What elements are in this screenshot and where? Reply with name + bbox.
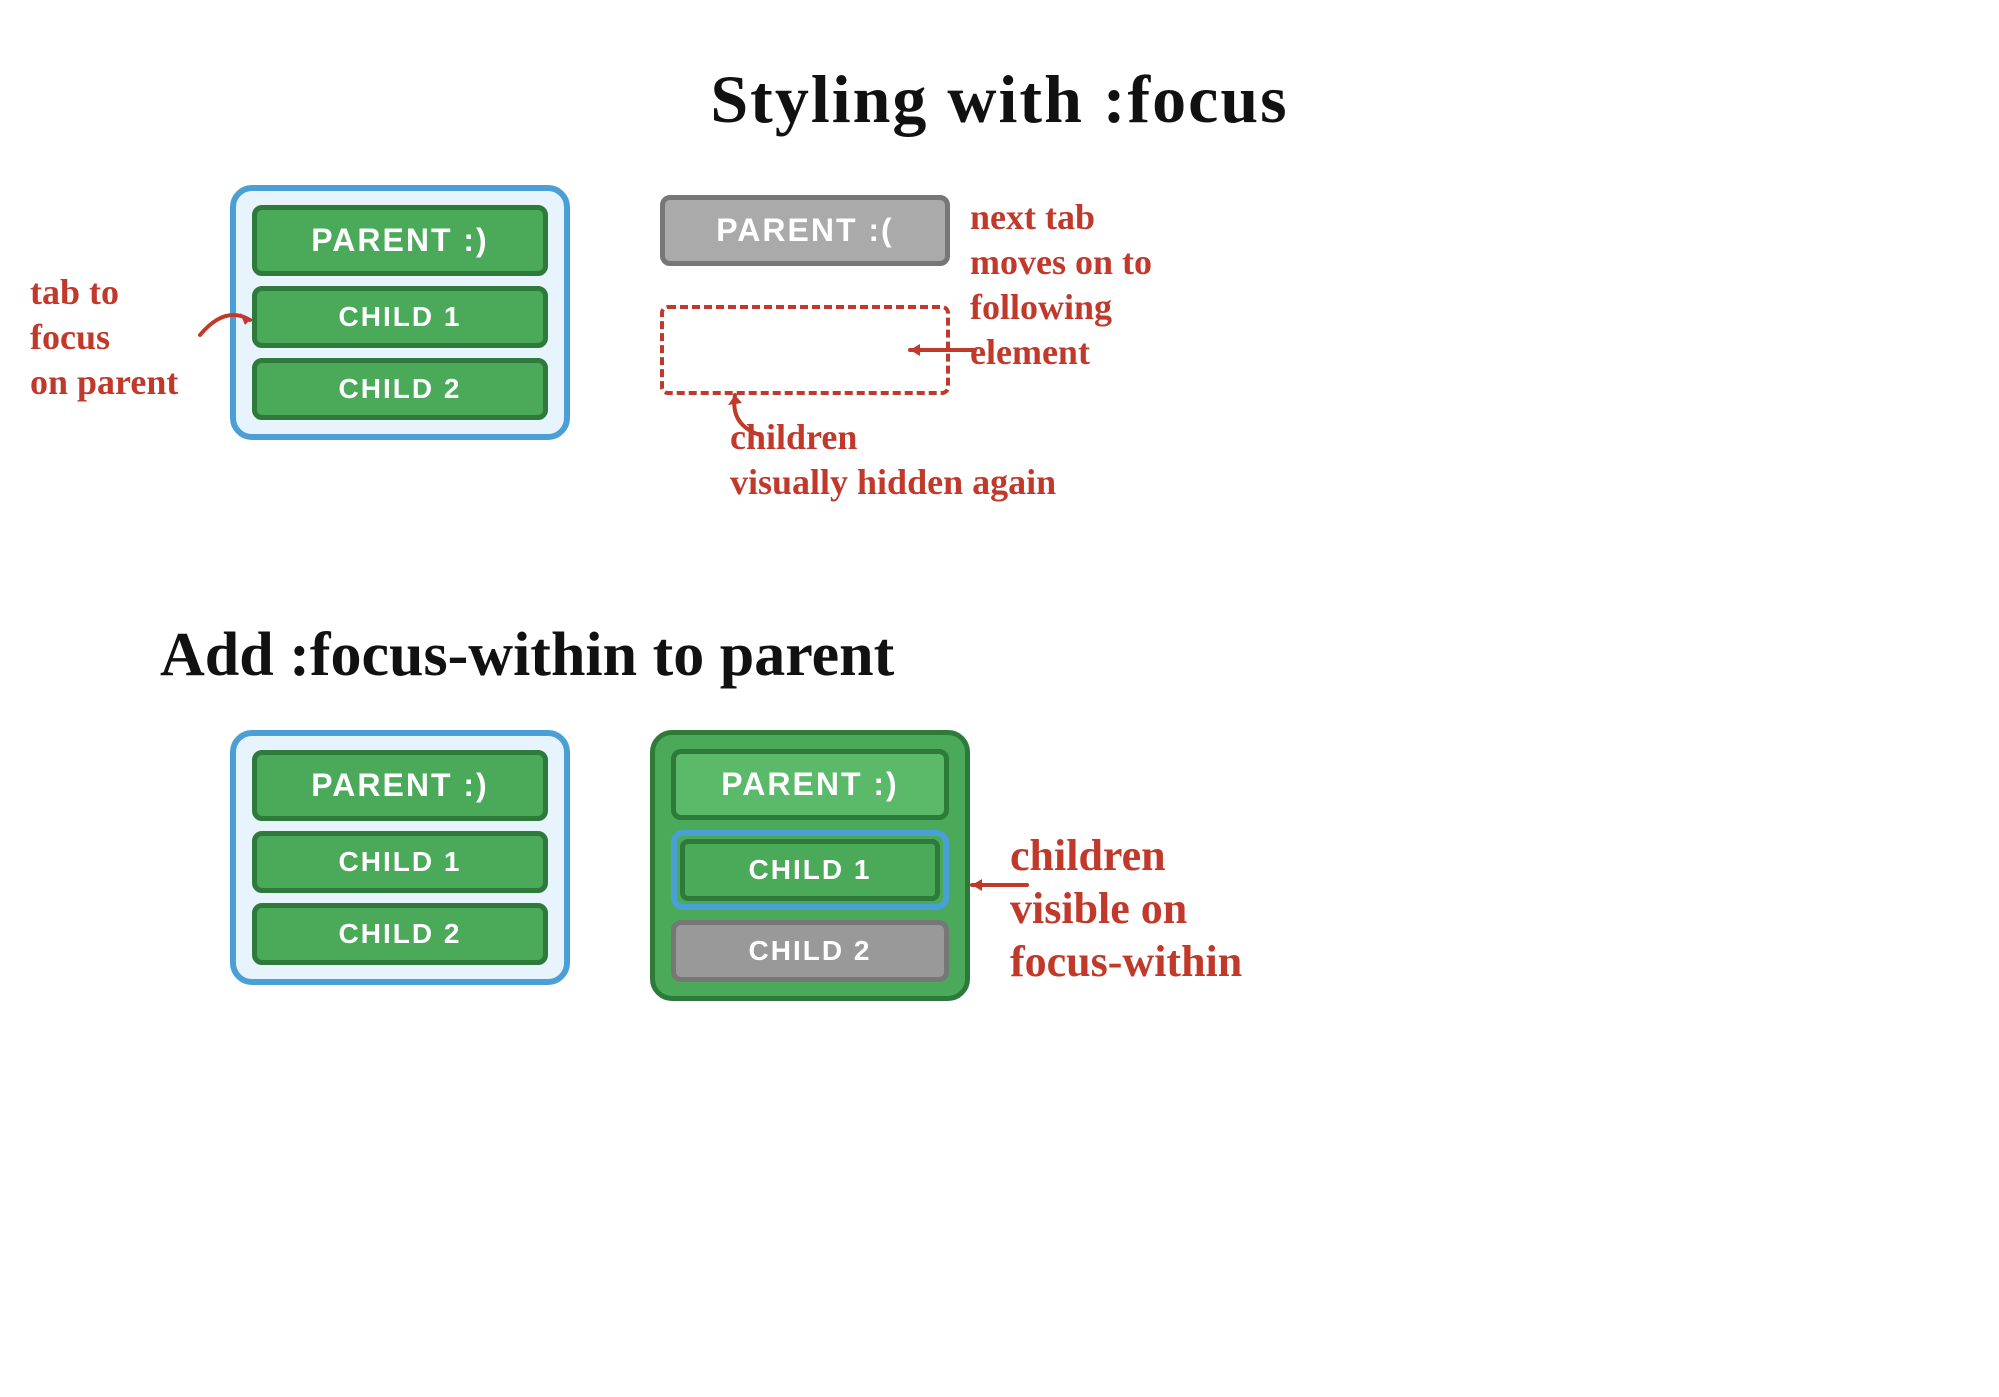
bottom-left-child1-box: CHILD 1 bbox=[252, 831, 548, 893]
children-visible-text: children visible on focus-within bbox=[1010, 830, 1242, 988]
top-left-parent-label: PARENT :) bbox=[311, 222, 488, 258]
tab-focus-annotation: tab to focus on parent bbox=[30, 270, 178, 405]
section2-title: Add :focus-within to parent bbox=[160, 620, 894, 691]
top-left-child1-label: CHILD 1 bbox=[339, 301, 462, 332]
bottom-right-container: PARENT :) CHILD 1 CHILD 2 bbox=[650, 730, 970, 1001]
bottom-right-child2-label: CHILD 2 bbox=[749, 935, 872, 966]
main-title: Styling with :focus bbox=[710, 60, 1288, 139]
children-visible-annotation: children visible on focus-within bbox=[1010, 830, 1242, 988]
bottom-left-parent-box: PARENT :) bbox=[252, 750, 548, 821]
bottom-left-container: PARENT :) CHILD 1 CHILD 2 bbox=[230, 730, 570, 985]
bottom-right-child1-label: CHILD 1 bbox=[749, 854, 872, 885]
left-annotation-text: tab to focus on parent bbox=[30, 270, 178, 405]
section2-title-text: Add :focus-within to parent bbox=[160, 621, 894, 689]
bottom-left-parent-label: PARENT :) bbox=[311, 767, 488, 803]
bottom-left-child2-label: CHILD 2 bbox=[339, 918, 462, 949]
next-tab-text: next tab moves on to following element bbox=[970, 195, 1152, 375]
bottom-right-child1-box: CHILD 1 bbox=[680, 839, 940, 901]
top-left-child1-box: CHILD 1 bbox=[252, 286, 548, 348]
top-left-parent-box: PARENT :) bbox=[252, 205, 548, 276]
children-hidden-text: children visually hidden again bbox=[730, 415, 1056, 505]
top-left-child2-label: CHILD 2 bbox=[339, 373, 462, 404]
next-tab-annotation: next tab moves on to following element bbox=[970, 195, 1152, 375]
bottom-right-parent-box: PARENT :) bbox=[671, 749, 949, 820]
title-text: Styling with :focus bbox=[710, 61, 1288, 137]
top-right-parent-label: PARENT :( bbox=[716, 212, 893, 248]
bottom-right-child2-box: CHILD 2 bbox=[671, 920, 949, 982]
top-right-parent-box: PARENT :( bbox=[660, 195, 950, 266]
dashed-children-box bbox=[660, 305, 950, 395]
bottom-left-child2-box: CHILD 2 bbox=[252, 903, 548, 965]
top-left-container: PARENT :) CHILD 1 CHILD 2 bbox=[230, 185, 570, 440]
bottom-right-child1-wrapper: CHILD 1 bbox=[671, 830, 949, 910]
bottom-right-parent-label: PARENT :) bbox=[721, 766, 898, 802]
children-hidden-annotation: children visually hidden again bbox=[730, 415, 1056, 505]
top-left-child2-box: CHILD 2 bbox=[252, 358, 548, 420]
bottom-left-child1-label: CHILD 1 bbox=[339, 846, 462, 877]
